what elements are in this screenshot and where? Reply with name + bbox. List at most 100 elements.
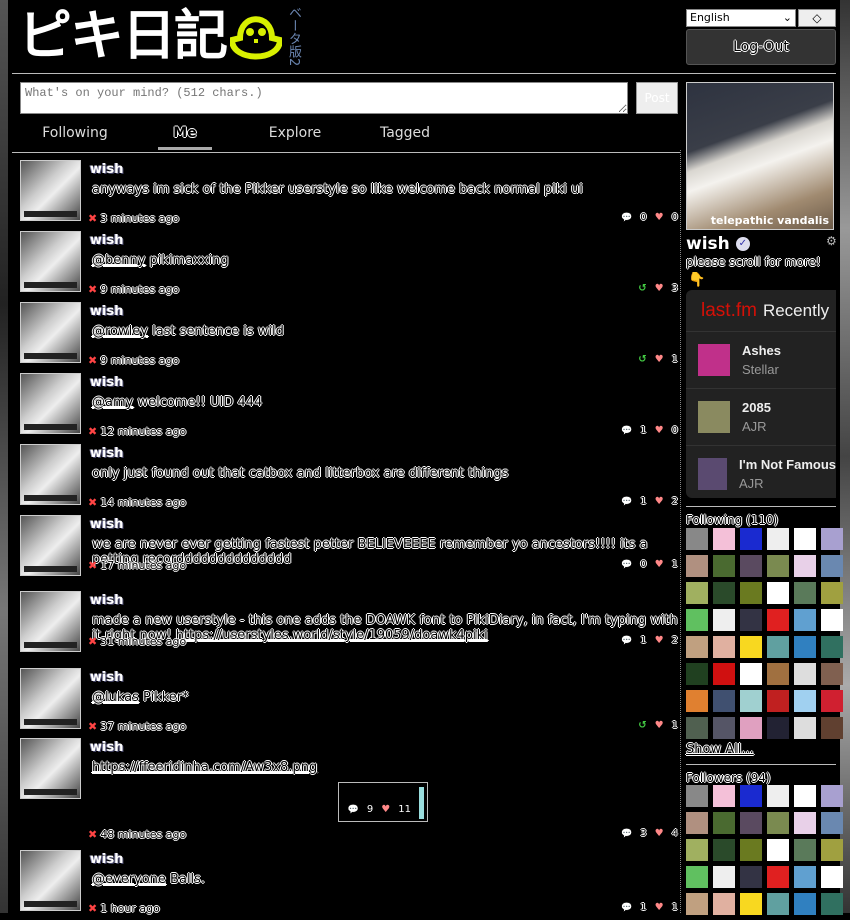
show-all-link[interactable]: Show All...: [686, 742, 754, 757]
delete-icon[interactable]: ✖: [88, 354, 97, 367]
post-author[interactable]: wish: [90, 852, 123, 867]
link-preview[interactable]: 💬 9 ♥ 11: [338, 782, 428, 822]
following-avatar[interactable]: [740, 528, 762, 550]
avatar[interactable]: [20, 302, 81, 363]
site-logo[interactable]: ピキ日記 ベータ版2: [18, 6, 356, 66]
heart-icon[interactable]: ♥: [655, 425, 664, 436]
language-select[interactable]: English ⌄: [686, 9, 796, 27]
following-avatar[interactable]: [794, 555, 816, 577]
gear-icon[interactable]: ⚙: [826, 234, 837, 248]
comment-icon[interactable]: 💬: [621, 426, 632, 436]
followers-heading[interactable]: Followers (94): [686, 771, 771, 785]
post-link[interactable]: @benny: [92, 253, 145, 268]
heart-icon[interactable]: ♥: [655, 496, 664, 507]
follower-avatar[interactable]: [740, 893, 762, 915]
following-avatar[interactable]: [740, 717, 762, 739]
heart-icon[interactable]: ♥: [655, 559, 664, 570]
following-avatar[interactable]: [713, 555, 735, 577]
post-time[interactable]: 17 minutes ago: [100, 559, 186, 572]
post-link[interactable]: @amy: [92, 395, 133, 410]
avatar[interactable]: [20, 738, 81, 799]
following-avatar[interactable]: [767, 717, 789, 739]
following-avatar[interactable]: [794, 636, 816, 658]
delete-icon[interactable]: ✖: [88, 283, 97, 296]
heart-icon[interactable]: ♥: [655, 635, 664, 646]
following-avatar[interactable]: [740, 663, 762, 685]
post-link[interactable]: https://userstyles.world/style/19059/doa…: [176, 628, 488, 643]
heart-icon[interactable]: ♥: [655, 354, 664, 365]
post-link[interactable]: @everyone: [92, 872, 166, 887]
follower-avatar[interactable]: [821, 812, 843, 834]
following-avatar[interactable]: [821, 555, 843, 577]
comment-icon[interactable]: 💬: [621, 829, 632, 839]
delete-icon[interactable]: ✖: [88, 635, 97, 648]
post-author[interactable]: wish: [90, 593, 123, 608]
heart-icon[interactable]: ♥: [655, 828, 664, 839]
post-link[interactable]: https://ffeeridinha.com/Aw3x8.png: [92, 760, 317, 775]
avatar[interactable]: [20, 668, 81, 729]
tab-me[interactable]: Me: [158, 122, 212, 150]
post-time[interactable]: 14 minutes ago: [100, 496, 186, 509]
following-avatar[interactable]: [713, 528, 735, 550]
following-avatar[interactable]: [821, 636, 843, 658]
following-avatar[interactable]: [794, 690, 816, 712]
follower-avatar[interactable]: [686, 839, 708, 861]
post-time[interactable]: 31 minutes ago: [100, 635, 186, 648]
following-avatar[interactable]: [767, 663, 789, 685]
follower-avatar[interactable]: [821, 785, 843, 807]
following-avatar[interactable]: [740, 690, 762, 712]
tab-following[interactable]: Following: [20, 122, 130, 150]
follower-avatar[interactable]: [686, 866, 708, 888]
lastfm-track[interactable]: 2085 AJR: [686, 389, 836, 446]
following-avatar[interactable]: [686, 555, 708, 577]
tab-tagged[interactable]: Tagged: [350, 122, 460, 150]
follower-avatar[interactable]: [713, 812, 735, 834]
follower-avatar[interactable]: [713, 893, 735, 915]
delete-icon[interactable]: ✖: [88, 828, 97, 841]
follower-avatar[interactable]: [767, 785, 789, 807]
post-author[interactable]: wish: [90, 162, 123, 177]
post-time[interactable]: 48 minutes ago: [100, 828, 186, 841]
post-author[interactable]: wish: [90, 740, 123, 755]
follower-avatar[interactable]: [794, 785, 816, 807]
avatar[interactable]: [20, 444, 81, 505]
post-time[interactable]: 9 minutes ago: [100, 283, 179, 296]
follower-avatar[interactable]: [686, 812, 708, 834]
following-avatar[interactable]: [686, 663, 708, 685]
delete-icon[interactable]: ✖: [88, 496, 97, 509]
post-author[interactable]: wish: [90, 670, 123, 685]
following-avatar[interactable]: [686, 690, 708, 712]
post-time[interactable]: 12 minutes ago: [100, 425, 186, 438]
following-avatar[interactable]: [767, 555, 789, 577]
following-avatar[interactable]: [767, 690, 789, 712]
following-avatar[interactable]: [821, 609, 843, 631]
tab-explore[interactable]: Explore: [240, 122, 350, 150]
following-avatar[interactable]: [821, 582, 843, 604]
following-avatar[interactable]: [713, 717, 735, 739]
heart-icon[interactable]: ♥: [655, 283, 664, 294]
reply-icon[interactable]: ↺: [638, 720, 646, 731]
delete-icon[interactable]: ✖: [88, 902, 97, 915]
follower-avatar[interactable]: [686, 893, 708, 915]
comment-icon[interactable]: 💬: [621, 636, 632, 646]
following-avatar[interactable]: [713, 609, 735, 631]
following-avatar[interactable]: [713, 636, 735, 658]
delete-icon[interactable]: ✖: [88, 720, 97, 733]
following-avatar[interactable]: [740, 636, 762, 658]
following-avatar[interactable]: [713, 663, 735, 685]
post-button[interactable]: Post: [636, 82, 678, 114]
following-avatar[interactable]: [794, 528, 816, 550]
post-time[interactable]: 1 hour ago: [100, 902, 160, 915]
following-avatar[interactable]: [821, 690, 843, 712]
post-time[interactable]: 37 minutes ago: [100, 720, 186, 733]
post-author[interactable]: wish: [90, 233, 123, 248]
avatar[interactable]: [20, 160, 81, 221]
follower-avatar[interactable]: [794, 812, 816, 834]
comment-icon[interactable]: 💬: [621, 497, 632, 507]
delete-icon[interactable]: ✖: [88, 559, 97, 572]
following-avatar[interactable]: [794, 663, 816, 685]
following-avatar[interactable]: [713, 582, 735, 604]
following-avatar[interactable]: [794, 717, 816, 739]
following-avatar[interactable]: [686, 636, 708, 658]
following-avatar[interactable]: [686, 609, 708, 631]
